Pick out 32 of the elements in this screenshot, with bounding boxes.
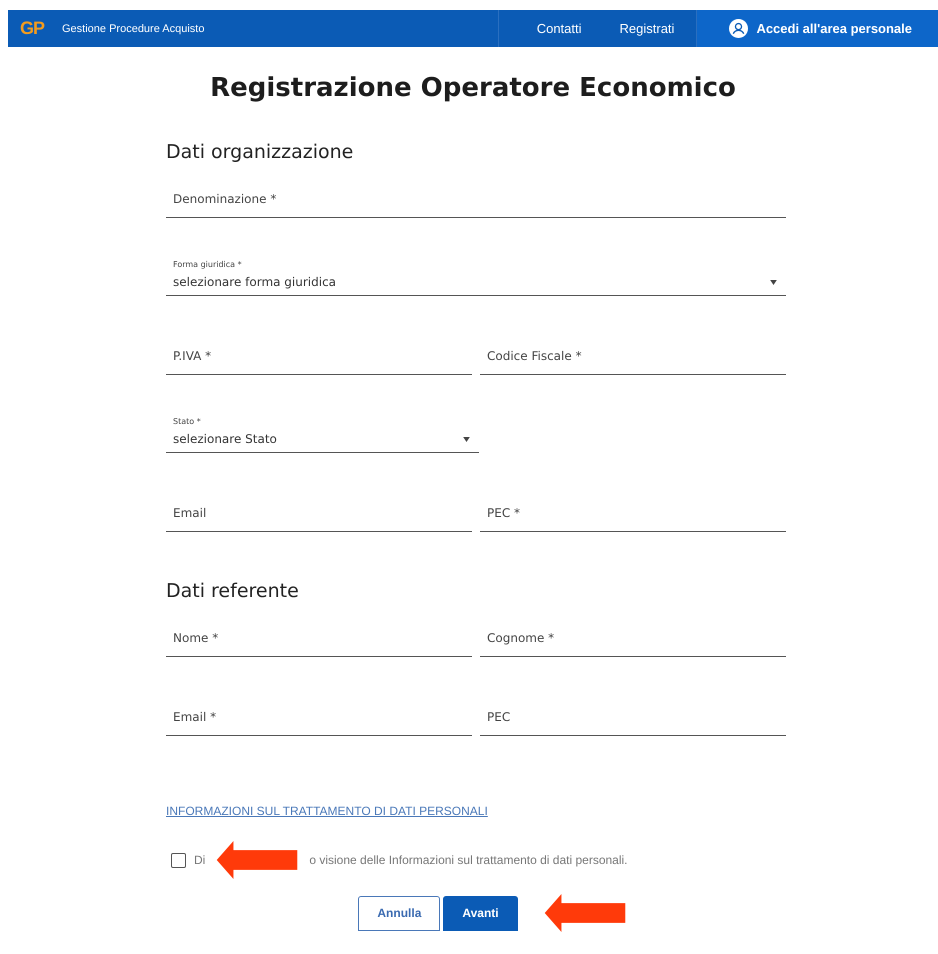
next-button[interactable]: Avanti (443, 896, 518, 930)
input-field[interactable]: P.IVA * (166, 338, 472, 375)
section-heading: Dati organizzazione (166, 141, 354, 163)
input-field[interactable]: Cognome * (480, 620, 786, 657)
section-heading: Dati referente (166, 580, 300, 602)
dropdown-label: Forma giuridica * (173, 260, 242, 269)
input-field[interactable]: PEC (480, 699, 786, 736)
privacy-link[interactable]: INFORMAZIONI SUL TRATTAMENTO DI DATI PERSONALI (166, 804, 488, 818)
consent-label: o visione delle Informazioni sul trattamento di dati personali. (309, 853, 628, 867)
user-icon (729, 19, 748, 38)
input-field[interactable]: Codice Fiscale * (480, 338, 786, 375)
app-name: Gestione Procedure Acquisto (62, 22, 204, 34)
caret-icon (463, 436, 470, 442)
caret-icon (770, 280, 777, 284)
input-field[interactable]: PEC * (480, 495, 786, 532)
dropdown[interactable]: Forma giuridica * selezionare forma giuridica (166, 244, 786, 296)
dropdown-label: Stato * (173, 417, 201, 426)
input-field[interactable]: Email * (166, 699, 472, 736)
input-field[interactable]: Denominazione * (166, 181, 786, 218)
dropdown[interactable]: Stato * selezionare Stato (166, 401, 479, 453)
nav-link[interactable]: Registrati (620, 21, 674, 36)
logo: GP (20, 17, 46, 40)
nav-link[interactable]: Contatti (536, 21, 582, 36)
consent-label: Di (194, 853, 206, 867)
login-button[interactable]: Accedi all'area personale (697, 10, 938, 47)
input-field[interactable]: Email (166, 495, 472, 532)
cancel-button[interactable]: Annulla (358, 896, 440, 930)
checkbox[interactable] (171, 852, 186, 868)
dropdown-value: selezionare Stato (173, 432, 277, 446)
input-field[interactable]: Nome * (166, 620, 472, 657)
dropdown-value: selezionare forma giuridica (173, 275, 336, 289)
page-title: Registrazione Operatore Economico (209, 73, 737, 103)
